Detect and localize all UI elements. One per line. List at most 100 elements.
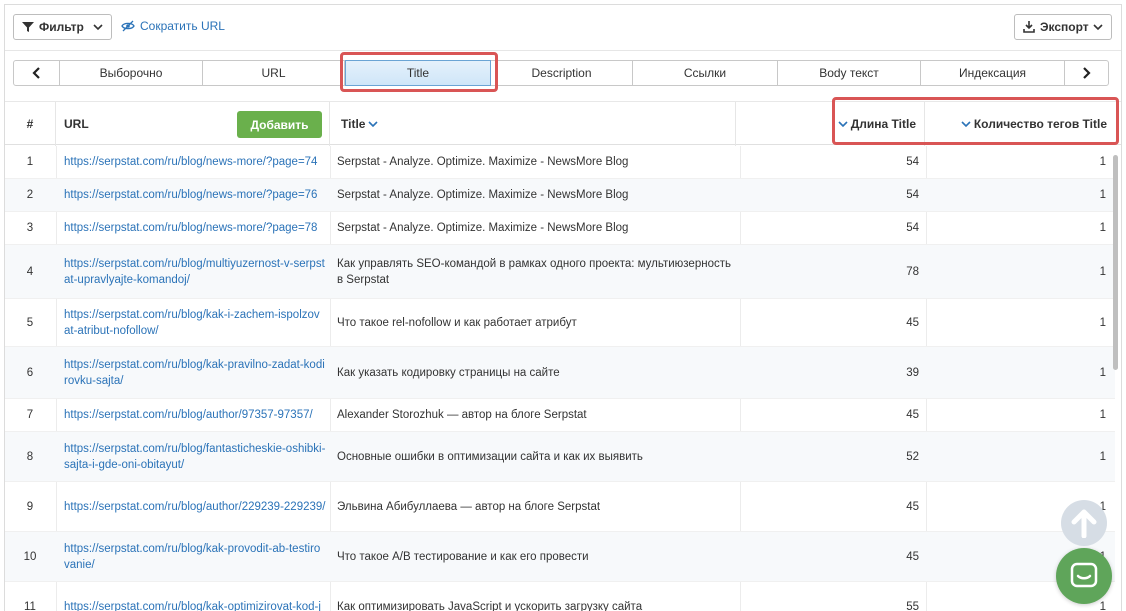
row-title: Serpstat - Analyze. Optimize. Maximize -… (337, 189, 629, 201)
row-title-length: 52 (906, 450, 919, 463)
col-title-count-label: Количество тегов Title (973, 117, 1107, 131)
row-number: 10 (23, 550, 37, 563)
filter-label: Фильтр (39, 20, 84, 34)
row-url-link[interactable]: https://serpstat.com/ru/blog/kak-praviln… (64, 347, 326, 398)
chevron-down-icon (368, 121, 379, 128)
table-row: 8 https://serpstat.com/ru/blog/fantastic… (5, 432, 1115, 482)
row-title-length: 55 (906, 600, 919, 611)
row-title-length: 78 (906, 265, 919, 278)
row-number: 5 (26, 316, 34, 329)
table-row: 1 https://serpstat.com/ru/blog/news-more… (5, 146, 1115, 179)
row-title-length: 45 (906, 550, 919, 563)
row-number: 6 (26, 366, 34, 379)
chevron-down-icon (961, 121, 971, 128)
row-title: Alexander Storozhuk — автор на блоге Ser… (337, 409, 587, 421)
shorten-url-label: Сократить URL (140, 19, 225, 33)
row-title-length: 54 (906, 156, 919, 168)
row-title: Как указать кодировку страницы на сайте (337, 366, 560, 379)
row-title: Основные ошибки в оптимизации сайта и ка… (337, 450, 643, 463)
chat-icon (1070, 562, 1098, 588)
row-url-link[interactable]: https://serpstat.com/ru/blog/kak-provodi… (64, 532, 326, 581)
row-title: Как управлять SEO-командой в рамках одно… (337, 257, 731, 286)
row-url-link[interactable]: https://serpstat.com/ru/blog/fantastiche… (64, 432, 326, 481)
row-number: 8 (26, 450, 34, 463)
tab-url[interactable]: URL (203, 61, 345, 85)
chevron-right-icon (1082, 67, 1091, 79)
row-url-link[interactable]: https://serpstat.com/ru/blog/news-more/?… (64, 146, 326, 178)
filter-button[interactable]: Фильтр (13, 14, 112, 40)
table-scrollbar[interactable] (1113, 155, 1118, 370)
tab-body-text[interactable]: Body текст (778, 61, 921, 85)
row-url-link[interactable]: https://serpstat.com/ru/blog/author/2292… (64, 482, 326, 531)
table-row: 3 https://serpstat.com/ru/blog/news-more… (5, 212, 1115, 245)
col-num-header: # (5, 102, 56, 146)
app-frame: Фильтр Сократить URL Экспорт Выборочно U… (4, 4, 1122, 611)
row-title-length: 45 (906, 409, 919, 421)
col-title-count-header[interactable]: Количество тегов Title (925, 102, 1115, 146)
col-title-label: Title (341, 117, 366, 131)
row-title-count: 1 (1099, 316, 1106, 329)
chevron-left-icon (31, 67, 40, 79)
row-url-link[interactable]: https://serpstat.com/ru/blog/author/9735… (64, 399, 326, 431)
table-row: 7 https://serpstat.com/ru/blog/author/97… (5, 399, 1115, 432)
eye-slash-icon (121, 20, 135, 32)
row-title-length: 54 (906, 222, 919, 234)
shorten-url-link[interactable]: Сократить URL (121, 19, 225, 33)
row-number: 9 (26, 500, 34, 513)
row-title: Serpstat - Analyze. Optimize. Maximize -… (337, 222, 629, 234)
add-button[interactable]: Добавить (237, 111, 322, 138)
row-title: Как оптимизировать JavaScript и ускорить… (337, 600, 643, 611)
tabs-next-button[interactable] (1065, 61, 1106, 85)
table-row: 9 https://serpstat.com/ru/blog/author/22… (5, 482, 1115, 532)
tabs-prev-button[interactable] (14, 61, 60, 85)
row-url-link[interactable]: https://serpstat.com/ru/blog/news-more/?… (64, 179, 326, 211)
chevron-down-icon (1093, 24, 1103, 31)
col-title-header[interactable]: Title (330, 102, 736, 146)
table-row: 4 https://serpstat.com/ru/blog/multiyuze… (5, 245, 1115, 299)
row-number: 7 (26, 409, 34, 421)
row-title-count: 1 (1099, 222, 1106, 234)
tab-description[interactable]: Description (491, 61, 633, 85)
column-tabs: Выборочно URL Title Description Ссылки B… (13, 60, 1109, 86)
row-url-link[interactable]: https://serpstat.com/ru/blog/kak-optimiz… (64, 582, 326, 611)
tab-links[interactable]: Ссылки (633, 61, 778, 85)
toolbar: Фильтр Сократить URL Экспорт (5, 5, 1121, 51)
row-title-length: 45 (906, 500, 919, 513)
col-title-length-header[interactable]: Длина Title (736, 102, 925, 146)
arrow-up-icon (1071, 509, 1097, 538)
table-row: 2 https://serpstat.com/ru/blog/news-more… (5, 179, 1115, 212)
row-number: 3 (26, 222, 34, 234)
row-title-count: 1 (1099, 189, 1106, 201)
row-number: 11 (24, 600, 36, 611)
download-icon (1023, 21, 1035, 33)
col-title-length-label: Длина Title (850, 117, 916, 131)
row-title: Serpstat - Analyze. Optimize. Maximize -… (337, 156, 629, 168)
scroll-to-top-button[interactable] (1061, 500, 1107, 546)
row-number: 1 (26, 156, 34, 168)
row-title-count: 1 (1099, 156, 1106, 168)
table-row: 10 https://serpstat.com/ru/blog/kak-prov… (5, 532, 1115, 582)
row-url-link[interactable]: https://serpstat.com/ru/blog/multiyuzern… (64, 245, 326, 298)
row-title-length: 45 (906, 316, 919, 329)
chat-button[interactable] (1056, 548, 1112, 604)
export-label: Экспорт (1040, 20, 1089, 34)
export-button[interactable]: Экспорт (1014, 14, 1112, 40)
table-row: 5 https://serpstat.com/ru/blog/kak-i-zac… (5, 299, 1115, 347)
row-url-link[interactable]: https://serpstat.com/ru/blog/news-more/?… (64, 212, 326, 244)
row-number: 4 (26, 265, 34, 278)
tab-indexation[interactable]: Индексация (921, 61, 1065, 85)
row-title-length: 54 (906, 189, 919, 201)
row-url-link[interactable]: https://serpstat.com/ru/blog/kak-i-zache… (64, 299, 326, 346)
table-row: 11 https://serpstat.com/ru/blog/kak-opti… (5, 582, 1115, 611)
table-header: # URL Добавить Title Длина Title Количес… (5, 101, 1121, 146)
tab-vyborochno[interactable]: Выборочно (60, 61, 203, 85)
chevron-down-icon (838, 121, 848, 128)
row-title-length: 39 (906, 366, 919, 379)
row-title-count: 1 (1099, 409, 1106, 421)
row-title-count: 1 (1099, 450, 1106, 463)
tab-title[interactable]: Title (345, 60, 491, 86)
row-number: 2 (26, 189, 34, 201)
row-title: Эльвина Абибуллаева — автор на блоге Ser… (337, 500, 601, 513)
col-url-label: URL (64, 117, 89, 131)
chevron-down-icon (93, 24, 103, 31)
